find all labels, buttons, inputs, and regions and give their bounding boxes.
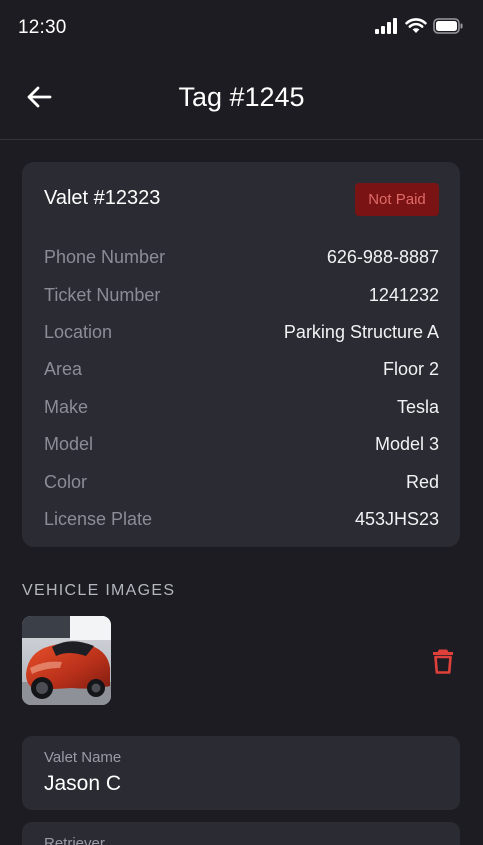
detail-rows: Phone Number 626-988-8887 Ticket Number … [44, 239, 439, 538]
detail-row-color: Color Red [44, 463, 439, 500]
battery-icon [433, 18, 463, 34]
wifi-icon [405, 18, 427, 33]
row-value: Model 3 [374, 434, 439, 455]
status-time: 12:30 [18, 17, 67, 38]
detail-row-make: Make Tesla [44, 389, 439, 426]
vehicle-image-thumbnail[interactable] [22, 616, 111, 705]
valet-name-label: Valet Name [44, 749, 122, 766]
trash-icon [433, 649, 453, 674]
page-title: Tag #1245 [178, 82, 305, 112]
valet-details-card: Valet #12323 Not Paid Phone Number 626-9… [22, 162, 460, 547]
detail-row-area: Area Floor 2 [44, 351, 439, 388]
delete-image-button[interactable] [428, 645, 458, 677]
vehicle-photo [22, 616, 111, 705]
row-value: Red [405, 471, 439, 492]
retriever-field[interactable]: Retriever [22, 822, 460, 845]
retriever-label: Retriever [44, 835, 105, 845]
valet-name-field[interactable]: Valet Name Jason C [22, 736, 460, 810]
row-label: Model [44, 434, 94, 455]
vehicle-images-heading: VEHICLE IMAGES [22, 582, 176, 599]
row-label: Make [44, 396, 89, 417]
detail-row-ticket-number: Ticket Number 1241232 [44, 276, 439, 313]
row-label: Phone Number [44, 247, 166, 268]
row-label: Area [44, 359, 83, 380]
row-value: 1241232 [368, 284, 439, 305]
detail-row-license-plate: License Plate 453JHS23 [44, 501, 439, 538]
valet-name-value: Jason C [44, 772, 122, 795]
detail-row-phone-number: Phone Number 626-988-8887 [44, 239, 439, 276]
status-icons [375, 18, 463, 34]
status-badge: Not Paid [355, 183, 439, 216]
row-value: Tesla [396, 396, 439, 417]
row-value: Floor 2 [382, 359, 439, 380]
row-label: Location [44, 321, 113, 342]
status-bar: 12:30 [0, 0, 483, 56]
valet-title: Valet #12323 [44, 187, 161, 209]
detail-row-model: Model Model 3 [44, 426, 439, 463]
row-value: 453JHS23 [354, 508, 439, 529]
row-value: 626-988-8887 [326, 247, 439, 268]
row-label: Color [44, 471, 88, 492]
row-label: License Plate [44, 508, 153, 529]
row-label: Ticket Number [44, 284, 161, 305]
detail-row-location: Location Parking Structure A [44, 314, 439, 351]
nav-bar: Tag #1245 [0, 56, 483, 140]
row-value: Parking Structure A [283, 321, 439, 342]
cellular-signal-icon [375, 18, 397, 34]
